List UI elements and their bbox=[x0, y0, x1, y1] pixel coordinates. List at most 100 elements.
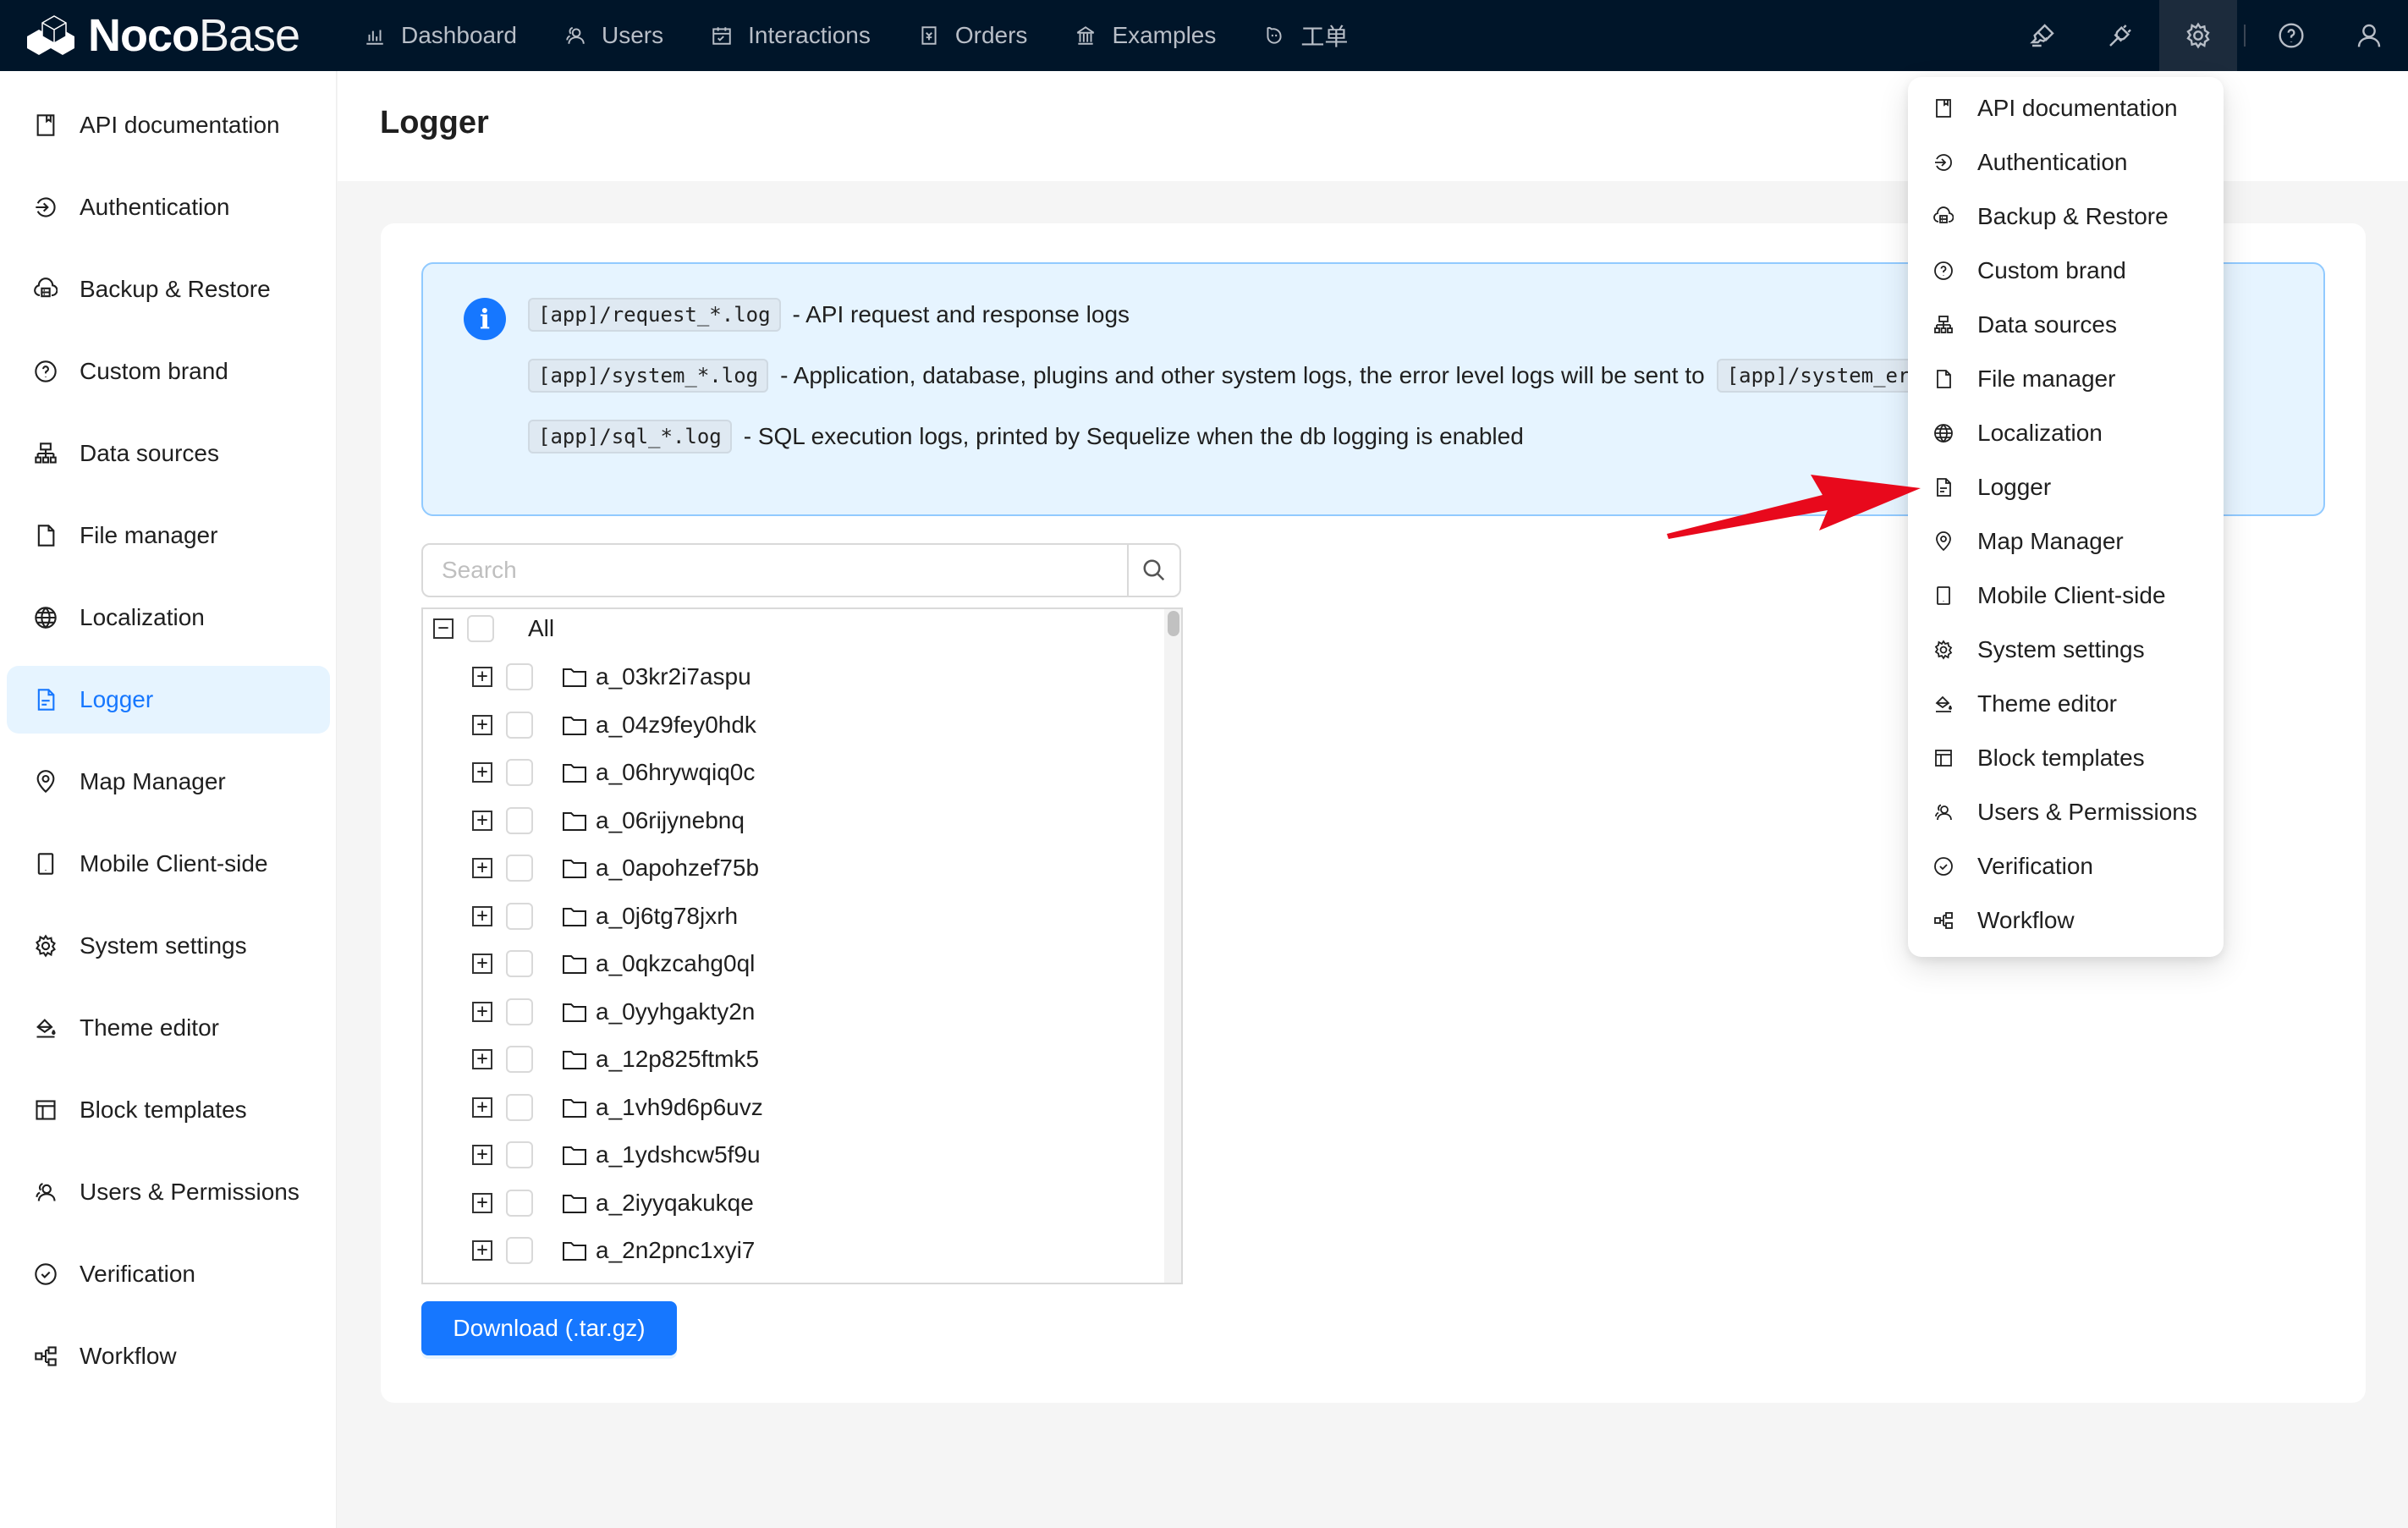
logo[interactable]: NocoBase bbox=[25, 0, 355, 71]
menu-item-mobile-client-side[interactable]: Mobile Client-side bbox=[1908, 569, 2224, 623]
download-button[interactable]: Download (.tar.gz) bbox=[421, 1301, 677, 1355]
expand-icon[interactable]: + bbox=[472, 905, 492, 926]
tree-node-label: a_0qkzcahg0ql bbox=[596, 950, 756, 976]
tree-node[interactable]: + a_03kr2i7aspu bbox=[472, 656, 751, 698]
menu-item-localization[interactable]: Localization bbox=[1908, 406, 2224, 460]
expand-icon[interactable]: + bbox=[472, 1145, 492, 1165]
expand-icon[interactable]: + bbox=[472, 954, 492, 974]
menu-item-map-manager[interactable]: Map Manager bbox=[1908, 514, 2224, 569]
mobile-icon bbox=[34, 852, 58, 876]
menu-item-label: Theme editor bbox=[1977, 690, 2117, 717]
sidebar-item-mobile-client-side[interactable]: Mobile Client-side bbox=[7, 830, 330, 898]
topnav-item-examples[interactable]: Examples bbox=[1066, 0, 1241, 71]
sidebar-item-system-settings[interactable]: System settings bbox=[7, 912, 330, 980]
tree-checkbox[interactable] bbox=[506, 998, 533, 1025]
tree-node[interactable]: + a_2iyyqakukqe bbox=[472, 1182, 754, 1224]
tree-checkbox[interactable] bbox=[506, 1189, 533, 1217]
tree-checkbox[interactable] bbox=[506, 1093, 533, 1121]
expand-icon[interactable]: + bbox=[472, 858, 492, 878]
users-icon bbox=[34, 1180, 58, 1204]
topnav-item-dashboard[interactable]: Dashboard bbox=[355, 0, 542, 71]
tree-node-partial[interactable]: + bbox=[472, 1278, 533, 1283]
tree-checkbox[interactable] bbox=[506, 711, 533, 739]
menu-item-logger[interactable]: Logger bbox=[1908, 460, 2224, 514]
menu-item-backup-restore[interactable]: Backup & Restore bbox=[1908, 190, 2224, 244]
sidebar-item-api-documentation[interactable]: API documentation bbox=[7, 91, 330, 159]
tree-node[interactable]: + a_1ydshcw5f9u bbox=[472, 1134, 761, 1176]
tree-node[interactable]: + a_04z9fey0hdk bbox=[472, 704, 756, 746]
sidebar-item-backup-restore[interactable]: Backup & Restore bbox=[7, 256, 330, 323]
user-button[interactable] bbox=[2330, 0, 2408, 71]
expand-icon[interactable]: + bbox=[472, 667, 492, 687]
expand-icon[interactable]: + bbox=[472, 1049, 492, 1069]
tree-node[interactable]: + a_06rijynebnq bbox=[472, 800, 745, 842]
sidebar-item-block-templates[interactable]: Block templates bbox=[7, 1076, 330, 1144]
tree-node[interactable]: + a_12p825ftmk5 bbox=[472, 1038, 759, 1080]
tree-checkbox[interactable] bbox=[506, 1046, 533, 1073]
menu-item-authentication[interactable]: Authentication bbox=[1908, 135, 2224, 190]
tree-checkbox[interactable] bbox=[506, 950, 533, 977]
tree-node[interactable]: + a_0apohzef75b bbox=[472, 847, 759, 889]
tree-checkbox-all[interactable] bbox=[467, 615, 494, 642]
sidebar-item-file-manager[interactable]: File manager bbox=[7, 502, 330, 569]
topnav-item-label: Orders bbox=[954, 22, 1028, 48]
tree-checkbox[interactable] bbox=[506, 806, 533, 834]
sidebar-item-data-sources[interactable]: Data sources bbox=[7, 420, 330, 487]
highlighter-button[interactable] bbox=[2004, 0, 2081, 71]
tree-checkbox[interactable] bbox=[506, 1141, 533, 1168]
tree-node[interactable]: + a_0qkzcahg0ql bbox=[472, 943, 755, 985]
menu-item-block-templates[interactable]: Block templates bbox=[1908, 731, 2224, 785]
sidebar-item-users-permissions[interactable]: Users & Permissions bbox=[7, 1158, 330, 1226]
menu-item-system-settings[interactable]: System settings bbox=[1908, 623, 2224, 677]
tree-checkbox[interactable] bbox=[506, 759, 533, 786]
sidebar-item-localization[interactable]: Localization bbox=[7, 584, 330, 651]
topnav-item-orders[interactable]: Orders bbox=[910, 0, 1053, 71]
collapse-icon[interactable]: − bbox=[433, 618, 454, 639]
plugin-button[interactable] bbox=[2081, 0, 2159, 71]
expand-icon[interactable]: + bbox=[472, 1097, 492, 1118]
menu-item-custom-brand[interactable]: Custom brand bbox=[1908, 244, 2224, 298]
sidebar-item-workflow[interactable]: Workflow bbox=[7, 1322, 330, 1390]
tree-scrollbar-thumb[interactable] bbox=[1168, 611, 1179, 636]
menu-item-file-manager[interactable]: File manager bbox=[1908, 352, 2224, 406]
help-button[interactable] bbox=[2252, 0, 2330, 71]
expand-icon[interactable]: + bbox=[472, 1192, 492, 1213]
tree-node[interactable]: + a_1vh9d6p6uvz bbox=[472, 1086, 763, 1129]
tree-node[interactable]: + a_0yyhgakty2n bbox=[472, 991, 755, 1033]
menu-item-api-documentation[interactable]: API documentation bbox=[1908, 81, 2224, 135]
topnav-item-interactions[interactable]: Interactions bbox=[702, 0, 896, 71]
tree-node[interactable]: + a_0j6tg78jxrh bbox=[472, 895, 738, 937]
menu-item-users-permissions[interactable]: Users & Permissions bbox=[1908, 785, 2224, 839]
sidebar-item-label: Data sources bbox=[80, 440, 219, 466]
sidebar-item-custom-brand[interactable]: Custom brand bbox=[7, 338, 330, 405]
menu-item-workflow[interactable]: Workflow bbox=[1908, 893, 2224, 948]
search-button[interactable] bbox=[1127, 545, 1179, 596]
tree-checkbox[interactable] bbox=[506, 663, 533, 690]
expand-icon[interactable]: + bbox=[472, 1240, 492, 1261]
expand-icon[interactable]: + bbox=[472, 762, 492, 783]
menu-item-label: Block templates bbox=[1977, 745, 2145, 771]
tree-checkbox[interactable] bbox=[506, 902, 533, 930]
expand-icon[interactable]: + bbox=[472, 1001, 492, 1022]
menu-item-verification[interactable]: Verification bbox=[1908, 839, 2224, 893]
tree-node[interactable]: + a_06hrywqiq0c bbox=[472, 751, 755, 794]
sidebar-item-map-manager[interactable]: Map Manager bbox=[7, 748, 330, 816]
expand-icon[interactable]: + bbox=[472, 810, 492, 831]
topnav-item-users[interactable]: Users bbox=[556, 0, 689, 71]
sidebar-item-verification[interactable]: Verification bbox=[7, 1240, 330, 1308]
search-input[interactable] bbox=[423, 545, 1127, 596]
sidebar-item-theme-editor[interactable]: Theme editor bbox=[7, 994, 330, 1062]
tree-node-all[interactable]: − All bbox=[433, 609, 554, 650]
sidebar-item-authentication[interactable]: Authentication bbox=[7, 173, 330, 241]
settings-button[interactable] bbox=[2159, 0, 2237, 71]
topnav-item-工单[interactable]: 工单 bbox=[1255, 0, 1373, 71]
menu-item-theme-editor[interactable]: Theme editor bbox=[1908, 677, 2224, 731]
tree-scrollbar[interactable] bbox=[1164, 609, 1181, 1283]
alert-line-system: [app]/system_*.log - Application, databa… bbox=[528, 359, 2042, 393]
tree-checkbox[interactable] bbox=[506, 1237, 533, 1264]
expand-icon[interactable]: + bbox=[472, 714, 492, 735]
sidebar-item-logger[interactable]: Logger bbox=[7, 666, 330, 734]
tree-checkbox[interactable] bbox=[506, 855, 533, 882]
tree-node[interactable]: + a_2n2pnc1xyi7 bbox=[472, 1229, 755, 1272]
menu-item-data-sources[interactable]: Data sources bbox=[1908, 298, 2224, 352]
